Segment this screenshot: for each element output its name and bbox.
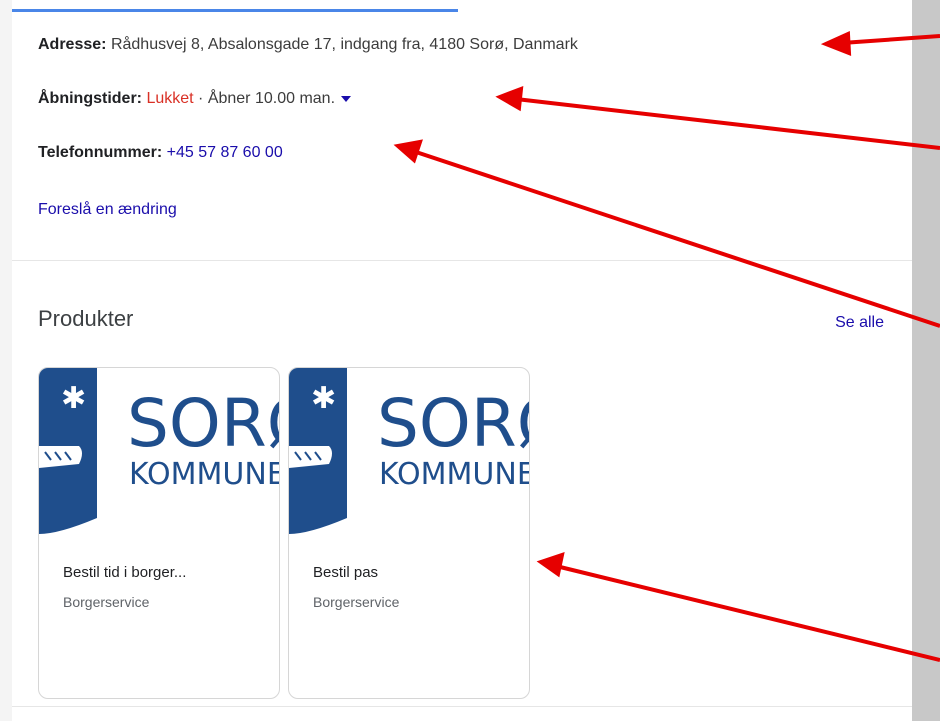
arrow-head-icon xyxy=(820,30,852,56)
arrow-head-icon xyxy=(495,85,524,112)
annotation-arrows xyxy=(393,30,940,662)
arrow-head-icon xyxy=(393,139,423,164)
arrow-head-icon xyxy=(536,552,565,578)
